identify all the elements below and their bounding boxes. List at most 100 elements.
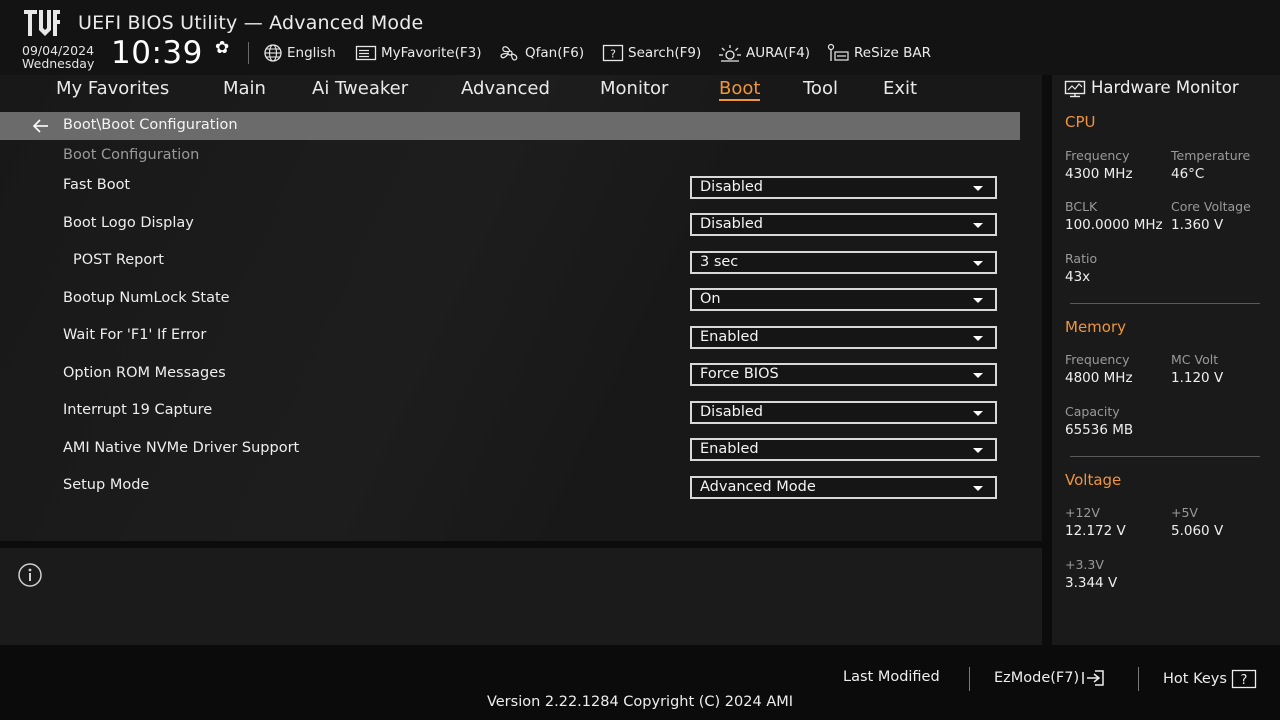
header-divider <box>248 42 249 64</box>
section-title: Boot Configuration <box>63 147 200 163</box>
post-report-dropdown[interactable]: 3 sec <box>690 251 997 274</box>
myfavorite-label: MyFavorite(F3) <box>381 45 482 61</box>
setup-mode-dropdown[interactable]: Advanced Mode <box>690 476 997 499</box>
monitor-icon <box>1064 80 1086 98</box>
footer-divider <box>969 667 970 691</box>
footer-divider <box>1138 667 1139 691</box>
dropdown-value: Force BIOS <box>700 366 779 382</box>
version-text: Version 2.22.1284 Copyright (C) 2024 AMI <box>486 694 794 710</box>
language-button[interactable]: English <box>263 42 336 64</box>
tuf-logo <box>24 10 60 36</box>
tab-my-favorites[interactable]: My Favorites <box>56 78 169 99</box>
search-label: Search(F9) <box>628 45 702 61</box>
tab-advanced[interactable]: Advanced <box>461 78 550 99</box>
setting-label-fast-boot: Fast Boot <box>63 177 131 193</box>
ratio-label: Ratio <box>1065 251 1098 266</box>
tab-monitor[interactable]: Monitor <box>600 78 668 99</box>
fast-boot-dropdown[interactable]: Disabled <box>690 176 997 199</box>
tab-ai-tweaker[interactable]: Ai Tweaker <box>312 78 408 99</box>
svg-text:?: ? <box>1240 673 1247 688</box>
myfavorite-button[interactable]: MyFavorite(F3) <box>355 42 481 64</box>
option-rom-messages-dropdown[interactable]: Force BIOS <box>690 363 997 386</box>
ami-native-nvme-dropdown[interactable]: Enabled <box>690 438 997 461</box>
capacity-label: Capacity <box>1065 404 1120 419</box>
gear-icon[interactable]: ✿ <box>215 38 229 58</box>
cpu-heading: CPU <box>1065 113 1096 131</box>
hw-divider <box>1070 456 1260 457</box>
exit-arrow-icon <box>1082 670 1104 686</box>
dropdown-value: On <box>700 291 721 307</box>
chevron-down-icon <box>973 411 983 416</box>
v33-label: +3.3V <box>1065 557 1104 572</box>
chevron-down-icon <box>973 298 983 303</box>
question-icon: ? <box>1231 669 1257 689</box>
panel-gap <box>1042 75 1052 645</box>
mc-volt-label: MC Volt <box>1171 352 1219 367</box>
globe-icon <box>264 44 282 62</box>
app-title: UEFI BIOS Utility — Advanced Mode <box>78 12 424 34</box>
tab-boot[interactable]: Boot <box>719 78 761 101</box>
favorite-icon <box>355 45 377 61</box>
boot-logo-display-dropdown[interactable]: Disabled <box>690 213 997 236</box>
dropdown-value: Advanced Mode <box>700 479 816 495</box>
language-label: English <box>287 45 336 61</box>
clock: 10:39 <box>111 35 203 71</box>
v33-value: 3.344 V <box>1065 575 1118 591</box>
breadcrumb: Boot\Boot Configuration <box>63 117 238 133</box>
info-icon <box>18 563 42 587</box>
tab-main[interactable]: Main <box>223 78 266 99</box>
help-divider <box>0 541 1042 548</box>
setting-label-wait-for-f1: Wait For 'F1' If Error <box>63 327 207 343</box>
cpu-temperature-label: Temperature <box>1171 148 1251 163</box>
v5-value: 5.060 V <box>1171 523 1224 539</box>
voltage-heading: Voltage <box>1065 471 1122 489</box>
last-modified-label: Last Modified <box>843 669 940 685</box>
hardware-monitor-header: Hardware Monitor <box>1052 75 1280 105</box>
hot-keys-button[interactable]: Hot Keys ? <box>1163 669 1257 689</box>
core-voltage-label: Core Voltage <box>1171 199 1251 214</box>
dropdown-value: Disabled <box>700 179 763 195</box>
hw-divider <box>1070 303 1260 304</box>
chevron-down-icon <box>973 261 983 266</box>
chevron-down-icon <box>973 448 983 453</box>
wait-for-f1-dropdown[interactable]: Enabled <box>690 326 997 349</box>
core-voltage-value: 1.360 V <box>1171 217 1224 233</box>
weekday-text: Wednesday <box>22 56 95 71</box>
interrupt-19-capture-dropdown[interactable]: Disabled <box>690 401 997 424</box>
fan-icon <box>500 46 518 61</box>
dropdown-value: 3 sec <box>700 254 739 270</box>
hardware-monitor-panel: Hardware Monitor CPU Frequency 4300 MHz … <box>1052 75 1280 645</box>
ezmode-button[interactable]: EzMode(F7) <box>994 669 1107 687</box>
capacity-value: 65536 MB <box>1065 422 1134 438</box>
qfan-button[interactable]: Qfan(F6) <box>499 42 584 64</box>
search-icon: ? <box>602 44 624 62</box>
date-display: 09/04/2024 Wednesday <box>22 44 94 70</box>
v5-label: +5V <box>1171 505 1198 520</box>
back-arrow-icon[interactable] <box>32 117 50 135</box>
setting-label-setup-mode: Setup Mode <box>63 477 150 493</box>
aura-button[interactable]: AURA(F4) <box>718 42 810 64</box>
v12-label: +12V <box>1065 505 1100 520</box>
setting-label-option-rom-messages: Option ROM Messages <box>63 365 226 381</box>
hot-keys-label: Hot Keys <box>1163 671 1227 687</box>
setting-label-bootup-numlock-state: Bootup NumLock State <box>63 290 230 306</box>
dropdown-value: Disabled <box>700 404 763 420</box>
resize-bar-button[interactable]: ReSize BAR <box>826 42 931 64</box>
aura-label: AURA(F4) <box>746 45 811 61</box>
tab-tool[interactable]: Tool <box>803 78 838 99</box>
cpu-temperature-value: 46°C <box>1171 166 1205 182</box>
chevron-down-icon <box>973 223 983 228</box>
chevron-down-icon <box>973 373 983 378</box>
tab-exit[interactable]: Exit <box>883 78 917 99</box>
top-header: UEFI BIOS Utility — Advanced Mode 09/04/… <box>0 0 1280 75</box>
bootup-numlock-state-dropdown[interactable]: On <box>690 288 997 311</box>
breadcrumb-bar[interactable]: Boot\Boot Configuration <box>0 112 1020 140</box>
resize-bar-icon <box>827 43 849 61</box>
search-button[interactable]: ? Search(F9) <box>602 42 701 64</box>
bclk-label: BCLK <box>1065 199 1098 214</box>
memory-heading: Memory <box>1065 318 1127 336</box>
tab-bar: My Favorites Main Ai Tweaker Advanced Mo… <box>0 75 1042 111</box>
last-modified-button[interactable]: Last Modified <box>843 669 940 685</box>
resize-bar-label: ReSize BAR <box>854 45 931 61</box>
cpu-frequency-label: Frequency <box>1065 148 1130 163</box>
